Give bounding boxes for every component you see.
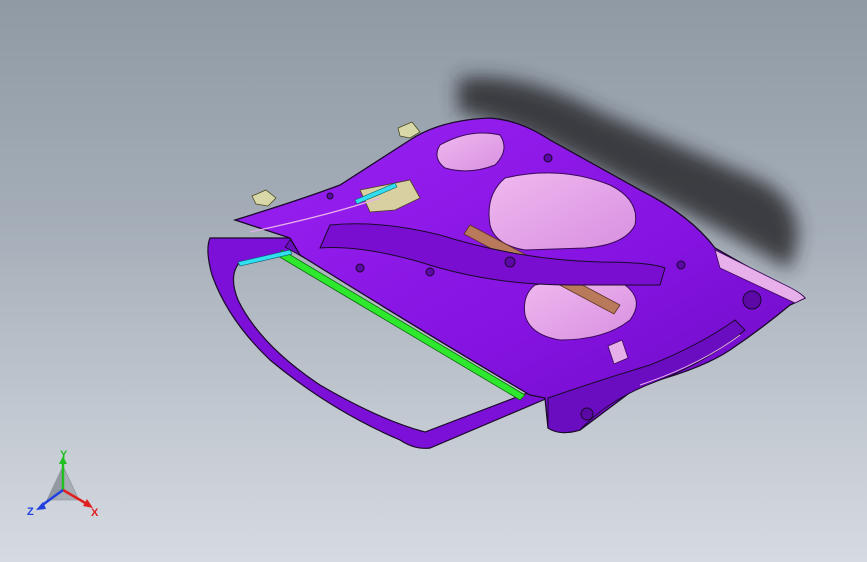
hole-1 <box>742 290 762 310</box>
hole-7 <box>355 263 365 273</box>
hole-2 <box>580 407 594 421</box>
graphics-viewport[interactable]: Y X Z <box>0 0 867 562</box>
z-axis-label: Z <box>27 506 34 518</box>
hole-4 <box>676 260 686 270</box>
hole-5 <box>504 256 516 268</box>
hinge-bracket-lower <box>251 189 277 207</box>
car-door-model[interactable] <box>0 0 867 562</box>
y-axis-label: Y <box>60 449 68 461</box>
hole-8 <box>326 192 334 200</box>
hole-3 <box>543 153 553 163</box>
view-orientation-triad[interactable]: Y X Z <box>25 448 105 528</box>
x-axis-label: X <box>91 507 99 519</box>
hole-6 <box>425 267 435 277</box>
